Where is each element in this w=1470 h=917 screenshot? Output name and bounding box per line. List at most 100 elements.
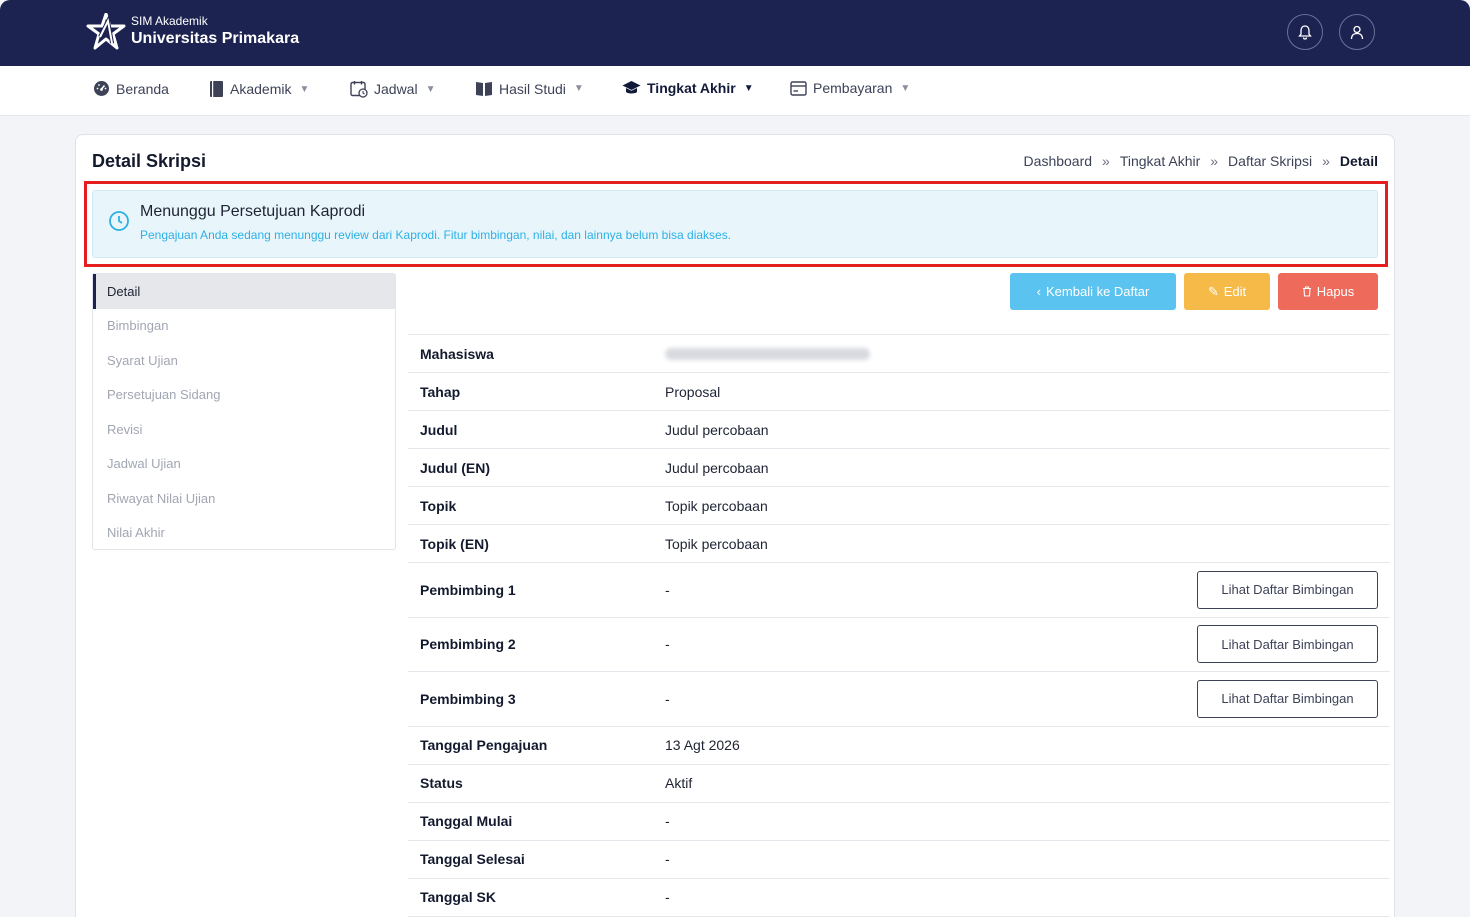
row-value: 13 Agt 2026 xyxy=(665,737,740,753)
breadcrumb: Dashboard » Tingkat Akhir » Daftar Skrip… xyxy=(1024,153,1378,169)
main-navbar: Beranda Akademik ▼ Jadwal ▼ Hasil Studi … xyxy=(0,66,1470,116)
nav-label: Tingkat Akhir xyxy=(647,80,736,96)
row-label: Tahap xyxy=(420,383,461,400)
page-title: Detail Skripsi xyxy=(92,151,207,171)
nav-label: Hasil Studi xyxy=(499,80,566,97)
row-label: Tanggal Pengajuan xyxy=(420,737,548,753)
sidenav-item-nilai-akhir[interactable]: Nilai Akhir xyxy=(93,516,395,551)
table-row: Judul (EN) Judul percobaan xyxy=(408,449,1390,487)
breadcrumb-separator: » xyxy=(1322,153,1330,169)
university-logo-icon xyxy=(86,13,126,50)
row-label: Mahasiswa xyxy=(420,345,494,362)
table-row: Status Aktif xyxy=(408,765,1390,803)
breadcrumb-daftar-skripsi[interactable]: Daftar Skripsi xyxy=(1228,153,1312,169)
chevron-down-icon: ▼ xyxy=(900,82,911,94)
nav-tingkat-akhir[interactable]: Tingkat Akhir ▼ xyxy=(622,80,754,96)
sidenav-item-riwayat-nilai[interactable]: Riwayat Nilai Ujian xyxy=(93,481,395,516)
chevron-down-icon: ▼ xyxy=(743,82,754,94)
view-guidance-list-button[interactable]: Lihat Daftar Bimbingan xyxy=(1197,570,1378,609)
row-value: Judul percobaan xyxy=(665,421,769,438)
detail-table: Mahasiswa Tahap Proposal Judul Judul per… xyxy=(408,334,1390,917)
nav-pembayaran[interactable]: Pembayaran ▼ xyxy=(790,80,910,96)
table-row: Tahap Proposal xyxy=(408,373,1390,411)
row-label: Pembimbing 3 xyxy=(420,690,516,707)
breadcrumb-dashboard[interactable]: Dashboard xyxy=(1024,153,1093,169)
row-value: Proposal xyxy=(665,383,721,400)
payment-icon xyxy=(790,80,807,96)
row-value: - xyxy=(665,690,670,707)
view-guidance-list-button[interactable]: Lihat Daftar Bimbingan xyxy=(1197,625,1378,664)
sidenav-item-persetujuan-sidang[interactable]: Persetujuan Sidang xyxy=(93,378,395,413)
row-label: Tanggal Mulai xyxy=(420,813,513,829)
delete-button[interactable]: Hapus xyxy=(1278,273,1378,310)
view-guidance-list-button[interactable]: Lihat Daftar Bimbingan xyxy=(1197,679,1378,718)
edit-button-label: Edit xyxy=(1223,284,1247,299)
back-to-list-button[interactable]: ‹ Kembali ke Daftar xyxy=(1010,273,1176,310)
breadcrumb-separator: » xyxy=(1210,153,1219,169)
sidenav-item-jadwal-ujian[interactable]: Jadwal Ujian xyxy=(93,447,395,482)
sidenav-item-bimbingan[interactable]: Bimbingan xyxy=(93,309,395,344)
table-row: Topik Topik percobaan xyxy=(408,487,1390,525)
calendar-icon xyxy=(350,81,368,98)
table-row: Tanggal SK - xyxy=(408,879,1390,917)
row-label: Pembimbing 2 xyxy=(420,636,516,653)
university-name: Universitas Primakara xyxy=(131,30,300,47)
table-row: Mahasiswa xyxy=(408,335,1390,373)
table-row: Pembimbing 1 - Lihat Daftar Bimbingan xyxy=(408,563,1390,618)
row-label: Topik xyxy=(420,497,457,514)
sidenav-item-revisi[interactable]: Revisi xyxy=(93,412,395,447)
row-label: Topik (EN) xyxy=(420,535,489,552)
profile-button[interactable] xyxy=(1339,14,1375,50)
row-label: Judul xyxy=(420,421,458,438)
row-label: Status xyxy=(420,775,463,791)
graduation-cap-icon xyxy=(622,81,641,94)
nav-akademik[interactable]: Akademik ▼ xyxy=(209,80,309,98)
row-value: Aktif xyxy=(665,775,693,791)
sidenav-item-detail[interactable]: Detail xyxy=(93,274,395,309)
top-header: SIM Akademik Universitas Primakara xyxy=(0,0,1470,66)
table-row: Tanggal Mulai - xyxy=(408,803,1390,841)
nav-beranda[interactable]: Beranda xyxy=(93,80,169,97)
nav-label: Pembayaran xyxy=(813,80,893,96)
row-label: Tanggal Selesai xyxy=(420,851,525,867)
highlight-box xyxy=(84,181,1388,267)
breadcrumb-separator: » xyxy=(1102,153,1110,169)
student-name-redacted xyxy=(665,347,870,360)
pencil-icon: ✎ xyxy=(1207,283,1219,299)
nav-label: Akademik xyxy=(230,81,292,97)
breadcrumb-tingkat-akhir[interactable]: Tingkat Akhir xyxy=(1120,153,1200,169)
trash-icon xyxy=(1302,286,1311,297)
bell-icon xyxy=(1298,24,1312,40)
open-book-icon xyxy=(476,82,492,96)
nav-jadwal[interactable]: Jadwal ▼ xyxy=(350,80,436,98)
chevron-left-icon: ‹ xyxy=(1036,284,1041,299)
nav-hasil-studi[interactable]: Hasil Studi ▼ xyxy=(475,80,584,97)
row-label: Tanggal SK xyxy=(420,889,496,905)
sidenav-item-syarat-ujian[interactable]: Syarat Ujian xyxy=(93,343,395,378)
table-row: Pembimbing 2 - Lihat Daftar Bimbingan xyxy=(408,618,1390,672)
table-row: Topik (EN) Topik percobaan xyxy=(408,525,1390,563)
user-icon xyxy=(1350,25,1364,39)
table-row: Pembimbing 3 - Lihat Daftar Bimbingan xyxy=(408,672,1390,727)
detail-sidenav: Detail Bimbingan Syarat Ujian Persetujua… xyxy=(92,273,396,550)
row-label: Judul (EN) xyxy=(420,459,490,476)
row-value: - xyxy=(665,813,670,829)
chevron-down-icon: ▼ xyxy=(299,83,310,95)
book-icon xyxy=(210,81,223,97)
back-button-label: Kembali ke Daftar xyxy=(1046,284,1150,299)
row-value: - xyxy=(665,889,670,905)
row-value: Judul percobaan xyxy=(665,459,769,476)
delete-button-label: Hapus xyxy=(1316,284,1355,299)
breadcrumb-current: Detail xyxy=(1339,153,1378,169)
table-row: Tanggal Pengajuan 13 Agt 2026 xyxy=(408,727,1390,765)
row-value: - xyxy=(665,636,670,653)
row-label: Pembimbing 1 xyxy=(420,581,516,598)
row-value: - xyxy=(665,851,670,867)
notification-button[interactable] xyxy=(1287,14,1323,50)
row-value: Topik percobaan xyxy=(665,535,768,552)
table-row: Tanggal Selesai - xyxy=(408,841,1390,879)
edit-button[interactable]: ✎ Edit xyxy=(1184,273,1270,310)
table-row: Judul Judul percobaan xyxy=(408,411,1390,449)
dashboard-icon xyxy=(94,81,109,96)
nav-label: Beranda xyxy=(116,80,169,97)
